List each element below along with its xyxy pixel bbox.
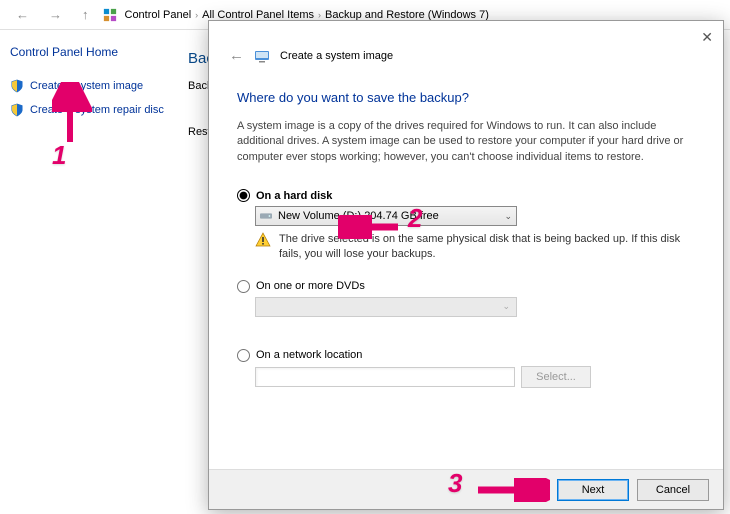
option-hard-disk[interactable]: On a hard disk (237, 189, 695, 202)
cancel-button[interactable]: Cancel (637, 479, 709, 501)
network-location-row: Select... (255, 366, 695, 388)
dialog-title: Create a system image (280, 50, 393, 62)
network-path-input[interactable] (255, 367, 515, 387)
select-network-button: Select... (521, 366, 591, 388)
option-network[interactable]: On a network location (237, 349, 695, 362)
next-button[interactable]: Next (557, 479, 629, 501)
chevron-down-icon: ⌄ (502, 301, 510, 312)
dialog-header: ← Create a system image (209, 21, 723, 72)
chevron-right-icon: › (318, 10, 321, 20)
back-arrow[interactable]: ← (10, 5, 35, 24)
radio-hard-disk[interactable] (237, 189, 250, 202)
breadcrumb-item[interactable]: Control Panel (125, 9, 192, 21)
breadcrumb-item[interactable]: All Control Panel Items (202, 9, 314, 21)
dialog-back-arrow[interactable]: ← (229, 47, 244, 64)
task-label: Create a system repair disc (30, 104, 164, 116)
task-label: Create a system image (30, 80, 143, 92)
system-image-icon (254, 48, 270, 64)
dialog-description: A system image is a copy of the drives r… (237, 119, 695, 165)
chevron-right-icon: › (195, 10, 198, 20)
radio-label: On one or more DVDs (256, 280, 365, 292)
shield-icon (10, 103, 24, 117)
option-dvds[interactable]: On one or more DVDs (237, 280, 695, 293)
dropdown-selected-value: New Volume (D:) 204.74 GB free (278, 210, 439, 222)
radio-label: On a network location (256, 349, 362, 361)
warning-icon (255, 232, 271, 248)
forward-arrow[interactable]: → (43, 5, 68, 24)
annotation-badge-1: 1 (52, 140, 66, 171)
hard-disk-dropdown[interactable]: New Volume (D:) 204.74 GB free ⌄ (255, 206, 517, 226)
dialog-footer: Next Cancel (209, 469, 723, 509)
up-arrow[interactable]: ↑ (76, 5, 95, 24)
task-create-repair-disc[interactable]: Create a system repair disc (10, 103, 190, 117)
hdd-icon (260, 211, 272, 221)
close-button[interactable]: ✕ (701, 29, 713, 46)
control-panel-home-link[interactable]: Control Panel Home (10, 45, 190, 59)
radio-label: On a hard disk (256, 190, 332, 202)
dialog-body: Where do you want to save the backup? A … (209, 72, 723, 469)
radio-network[interactable] (237, 349, 250, 362)
breadcrumb: Control Panel › All Control Panel Items … (125, 9, 489, 21)
breadcrumb-item[interactable]: Backup and Restore (Windows 7) (325, 9, 489, 21)
dialog-heading: Where do you want to save the backup? (237, 90, 695, 105)
sidebar: Control Panel Home Create a system image… (10, 45, 190, 127)
create-system-image-dialog: ✕ ← Create a system image Where do you w… (208, 20, 724, 510)
task-create-system-image[interactable]: Create a system image (10, 79, 190, 93)
shield-icon (10, 79, 24, 93)
warning-text: The drive selected is on the same physic… (279, 232, 695, 262)
dvd-dropdown-disabled: ⌄ (255, 297, 517, 317)
control-panel-icon (103, 8, 117, 22)
radio-dvds[interactable] (237, 280, 250, 293)
warning-row: The drive selected is on the same physic… (255, 232, 695, 262)
chevron-down-icon: ⌄ (504, 211, 512, 222)
